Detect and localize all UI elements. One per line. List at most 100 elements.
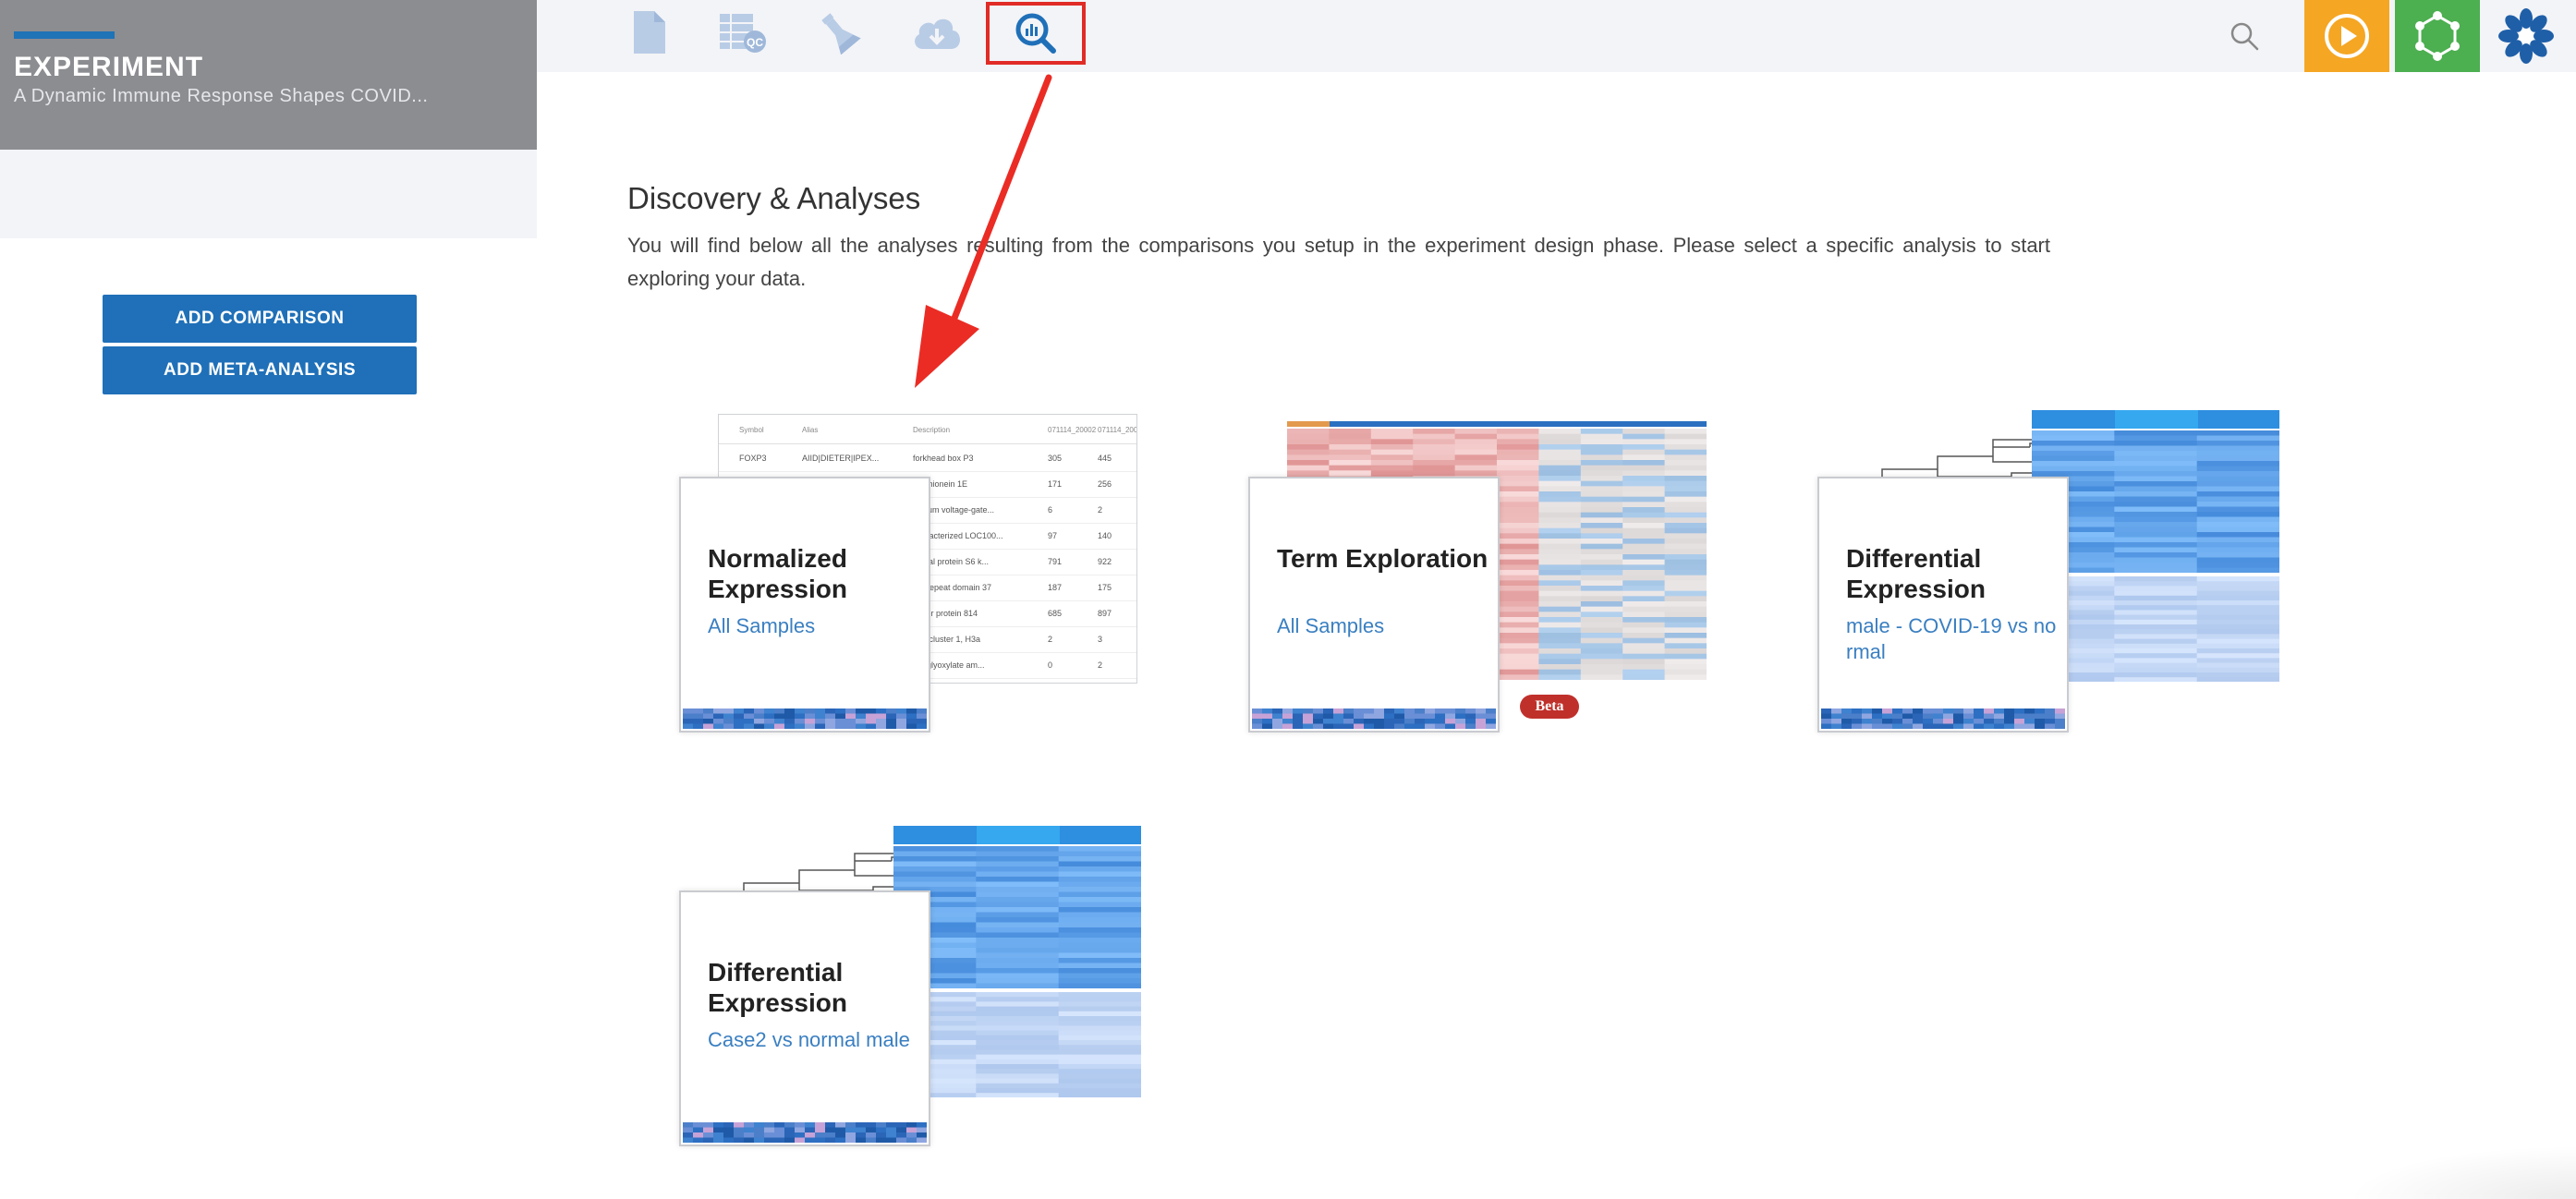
heatmap-cell	[976, 881, 1060, 888]
analysis-card-term-exploration[interactable]: Term Exploration All Samples Beta	[1248, 414, 1710, 733]
heatmap-cell	[1580, 533, 1623, 539]
heatmap-cell	[1664, 512, 1707, 518]
preview-table-cell: 256	[1098, 479, 1112, 489]
heatmap-cell	[1329, 429, 1372, 435]
table-qc-icon[interactable]: QC	[711, 4, 775, 61]
card-title: Differential Expression	[1846, 544, 1986, 603]
heatmap-cell	[976, 1021, 1060, 1026]
strip-cell	[1841, 713, 1852, 719]
strip-cell	[703, 1127, 713, 1132]
experiment-subtitle[interactable]: A Dynamic Immune Response Shapes COVID..…	[14, 86, 428, 107]
heatmap-cell	[1664, 575, 1707, 581]
heatmap-cell	[2114, 552, 2198, 558]
heatmap-cell	[1538, 622, 1582, 628]
strip-cell	[2045, 719, 2055, 724]
strip-cell	[1374, 713, 1384, 719]
document-icon[interactable]	[616, 4, 681, 61]
strip-cell	[906, 723, 917, 729]
strip-cell	[723, 1122, 734, 1128]
heatmap-cell	[1538, 590, 1582, 597]
strip-cell	[1303, 723, 1313, 729]
strip-cell	[1933, 719, 1943, 724]
heatmap-cell	[976, 851, 1060, 857]
card-title: Normalized Expression	[708, 544, 847, 603]
strip-cell	[1892, 713, 1902, 719]
flask-icon[interactable]	[807, 4, 871, 61]
strip-cell	[845, 723, 856, 729]
strip-cell	[1435, 723, 1445, 729]
analysis-card-differential-expression-1[interactable]: Differential Expression male - COVID-19 …	[1817, 410, 2279, 733]
analysis-search-icon[interactable]	[986, 2, 1086, 65]
add-meta-analysis-button[interactable]: ADD META-ANALYSIS	[103, 346, 417, 394]
heatmap-cell	[1664, 586, 1707, 592]
card-subtitle[interactable]: All Samples	[708, 613, 922, 639]
app-logo-icon[interactable]	[2494, 0, 2558, 72]
add-comparison-button[interactable]: ADD COMPARISON	[103, 295, 417, 343]
heatmap-cell	[1622, 659, 1666, 665]
strip-cell	[876, 719, 886, 724]
strip-cell	[1455, 713, 1465, 719]
heatmap-cell	[1580, 637, 1623, 644]
strip-cell	[683, 1127, 693, 1132]
heatmap-cell	[1413, 470, 1456, 477]
heatmap-cell	[976, 902, 1060, 908]
search-icon[interactable]	[2212, 0, 2277, 72]
strip-cell	[835, 719, 845, 724]
strip-cell	[835, 1127, 845, 1132]
play-button[interactable]	[2304, 0, 2389, 72]
card-subtitle[interactable]: Case2 vs normal male	[708, 1027, 922, 1053]
strip-cell	[1882, 723, 1892, 729]
heatmap-cell	[2196, 552, 2279, 558]
strip-cell	[917, 708, 927, 714]
strip-cell	[1384, 708, 1394, 714]
card-subtitle[interactable]: male - COVID-19 vs normal	[1846, 613, 2060, 665]
heatmap-cell	[1580, 543, 1623, 550]
strip-cell	[1902, 723, 1913, 729]
heatmap-cell	[1058, 866, 1141, 872]
heatmap-cell	[1329, 465, 1372, 471]
strip-cell	[1262, 723, 1272, 729]
heatmap-cell	[1413, 449, 1456, 455]
heatmap-cell	[1538, 580, 1582, 587]
header-accent-bar	[14, 31, 115, 39]
heatmap-cell	[1538, 533, 1582, 539]
analysis-card-differential-expression-2[interactable]: Differential Expression Case2 vs normal …	[679, 824, 1141, 1146]
heatmap-cell	[1664, 559, 1707, 565]
heatmap-cell	[2114, 653, 2198, 659]
strip-cell	[1902, 713, 1913, 719]
strip-cell	[906, 1122, 917, 1128]
strip-cell	[764, 1132, 774, 1138]
heatmap-cell	[1664, 554, 1707, 561]
heatmap-cell	[1329, 454, 1372, 461]
heatmap-cell	[1622, 580, 1666, 587]
heatmap-cell	[1622, 486, 1666, 492]
strip-cell	[2014, 719, 2024, 724]
strip-cell	[866, 713, 876, 719]
preview-table-cell: 187	[1048, 583, 1063, 592]
strip-cell	[845, 1132, 856, 1138]
heatmap-cell	[1497, 429, 1539, 435]
strip-cell	[866, 1127, 876, 1132]
page-description: You will find below all the analyses res…	[627, 234, 2050, 290]
card-subtitle[interactable]: All Samples	[1277, 613, 1491, 639]
analysis-card-normalized-expression[interactable]: Symbol Alias Description 071114_20002 071114…	[679, 414, 1141, 733]
heatmap-cell	[976, 866, 1060, 872]
heatmap-cell	[1497, 433, 1539, 440]
preview-table-cell: 305	[1048, 454, 1063, 463]
cloud-download-icon[interactable]	[905, 4, 969, 61]
strip-cell	[723, 719, 734, 724]
preview-table-row: FOXP3 AIID|DIETER|IPEX... forkhead box P3 3…	[719, 446, 1136, 472]
strip-cell	[703, 723, 713, 729]
preview-table-cell: 791	[1048, 557, 1063, 566]
strip-cell	[795, 719, 805, 724]
strip-cell	[1333, 719, 1343, 724]
card-heatmap-strip	[1821, 708, 2065, 729]
strip-cell	[1892, 723, 1902, 729]
network-button[interactable]	[2395, 0, 2480, 72]
strip-cell	[1872, 723, 1882, 729]
heatmap-cell	[2196, 435, 2279, 442]
heatmap-cell	[1497, 580, 1539, 587]
heatmap-cell	[2114, 491, 2198, 497]
heatmap-cell	[1622, 439, 1666, 445]
heatmap-cell	[976, 887, 1060, 892]
